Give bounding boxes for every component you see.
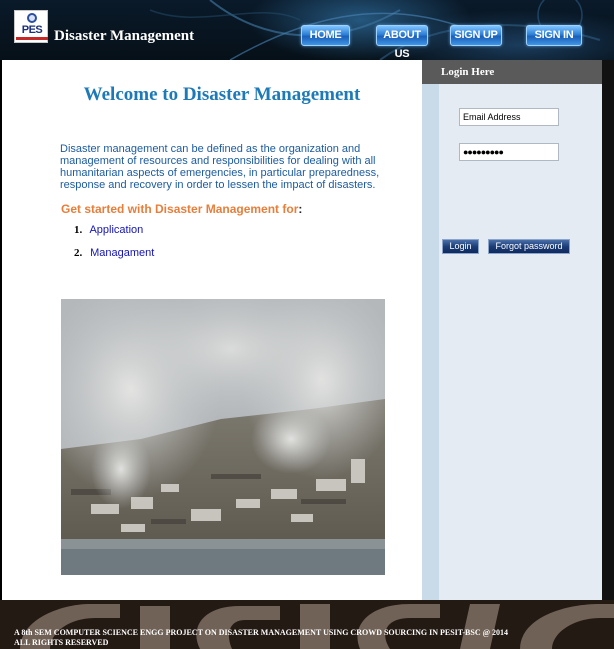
page-title: Welcome to Disaster Management bbox=[83, 84, 361, 105]
footer-line-1: A 8th SEM COMPUTER SCIENCE ENGG PROJECT … bbox=[14, 628, 509, 637]
site-title: Disaster Management bbox=[54, 28, 195, 44]
footer-line-2: ALL RIGHTS RESERVED bbox=[14, 638, 109, 647]
list-number: 2. bbox=[74, 247, 83, 259]
login-sidebar: Login Here Email Address ●●●●●●●●● Login… bbox=[422, 60, 602, 600]
footer-text: A 8th SEM COMPUTER SCIENCE ENGG PROJECT … bbox=[14, 628, 604, 648]
management-link[interactable]: Managament bbox=[90, 247, 154, 259]
forgot-password-button[interactable]: Forgot password bbox=[488, 239, 570, 254]
pes-logo: PES bbox=[14, 10, 48, 43]
application-link[interactable]: Application bbox=[89, 224, 143, 236]
page-edge bbox=[602, 60, 614, 600]
login-panel: Email Address ●●●●●●●●● bbox=[439, 84, 602, 600]
list-item: 1. Application bbox=[74, 224, 154, 247]
list-item: 2. Managament bbox=[74, 247, 154, 270]
get-started-heading: Get started with Disaster Management for… bbox=[61, 202, 302, 216]
disaster-photo-illustration bbox=[61, 299, 385, 575]
site-footer: A 8th SEM COMPUTER SCIENCE ENGG PROJECT … bbox=[0, 600, 614, 649]
email-field[interactable]: Email Address bbox=[459, 108, 559, 126]
intro-paragraph: Disaster management can be defined as th… bbox=[60, 143, 380, 191]
logo-text: PES bbox=[21, 24, 43, 36]
main-content: Welcome to Disaster Management Disaster … bbox=[2, 60, 422, 600]
login-header: Login Here bbox=[422, 60, 602, 84]
nav-about-us-button[interactable]: ABOUT US bbox=[376, 25, 428, 60]
disaster-photo bbox=[61, 299, 385, 575]
logo-emblem-icon bbox=[27, 13, 37, 23]
site-header: PES Disaster Management HOME ABOUT US SI… bbox=[0, 0, 614, 60]
get-started-colon: : bbox=[298, 202, 303, 216]
nav-home-button[interactable]: HOME bbox=[301, 25, 350, 46]
module-list: 1. Application 2. Managament bbox=[74, 224, 154, 270]
logo-stripe bbox=[16, 37, 48, 40]
nav-sign-in-button[interactable]: SIGN IN bbox=[526, 25, 582, 46]
get-started-text: Get started with Disaster Management for bbox=[61, 202, 299, 216]
login-button[interactable]: Login bbox=[442, 239, 479, 254]
nav-sign-up-button[interactable]: SIGN UP bbox=[450, 25, 502, 46]
password-field[interactable]: ●●●●●●●●● bbox=[459, 143, 559, 161]
list-number: 1. bbox=[74, 224, 83, 236]
